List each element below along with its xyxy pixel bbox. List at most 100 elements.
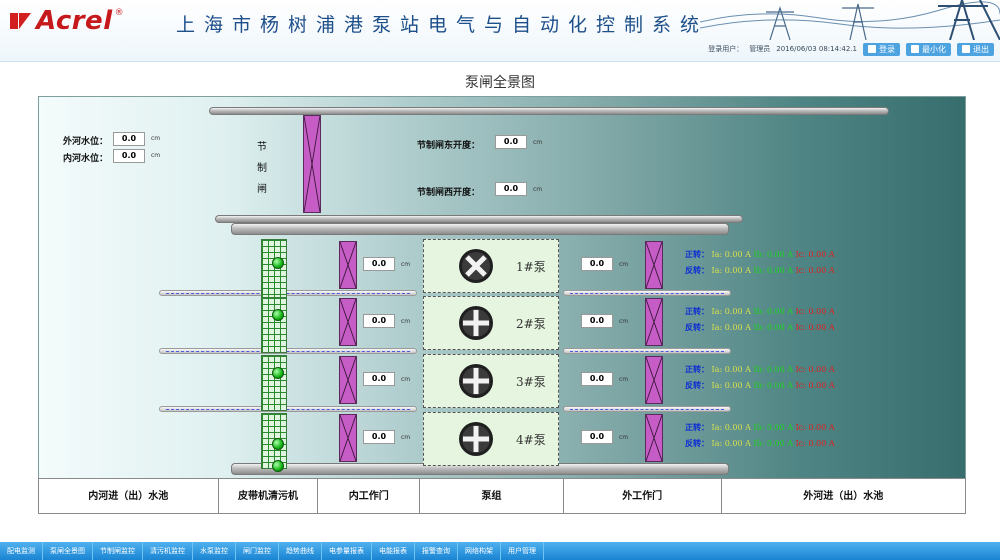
minimize-icon xyxy=(911,45,919,53)
inner-level-value: 0.0 xyxy=(113,149,145,163)
nav-item-cleaner[interactable]: 清污机监控 xyxy=(143,542,193,560)
outer-work-gate-3[interactable] xyxy=(645,356,663,404)
inner-work-gate-3[interactable] xyxy=(339,356,357,404)
reverse-label: 反转： xyxy=(685,265,709,275)
nav-item-pump[interactable]: 水泵监控 xyxy=(193,542,236,560)
inner-gate-unit: cm xyxy=(401,261,411,268)
nav-item-panorama[interactable]: 泵闸全景图 xyxy=(43,542,93,560)
control-gate[interactable] xyxy=(303,115,321,213)
section-label-row: 内河进（出）水池 皮带机清污机 内工作门 泵组 外工作门 外河进（出）水池 xyxy=(38,478,966,514)
outer-work-gate-2[interactable] xyxy=(645,298,663,346)
outer-gate-unit: cm xyxy=(619,376,629,383)
current-ic: Ic: 0.00 A xyxy=(795,439,835,448)
gate-east-value: 0.0 xyxy=(495,135,527,149)
gate-east-unit: cm xyxy=(533,139,543,146)
inner-gate-value: 0.0 xyxy=(363,257,395,271)
inner-gate-unit: cm xyxy=(401,376,411,383)
bottom-nav: 配电监测 泵闸全景图 节制闸监控 清污机监控 水泵监控 闸门监控 趋势曲线 电参… xyxy=(0,542,1000,560)
page-title: 泵闸全景图 xyxy=(465,75,535,91)
section-label: 内河进（出）水池 xyxy=(39,479,219,513)
gate-west-label: 节制闸西开度： xyxy=(417,188,481,198)
nav-item-power-monitoring[interactable]: 配电监测 xyxy=(0,542,43,560)
pump-unit-3[interactable]: 3#泵 xyxy=(423,354,559,408)
system-title: 上海市杨树浦港泵站电气与自动化控制系统 xyxy=(176,14,709,36)
gate-cross-icon xyxy=(646,242,662,288)
user-name: 管理员 xyxy=(749,45,771,53)
current-ia: Ia: 0.00 A xyxy=(711,266,751,275)
nav-item-electrical-report[interactable]: 电参量报表 xyxy=(322,542,372,560)
upper-pipe xyxy=(215,215,743,223)
outer-gate-unit: cm xyxy=(619,261,629,268)
user-bar: 登录用户： 管理员 2016/06/03 08:14:42.1 登录 最小化 退… xyxy=(708,42,994,56)
outer-work-gate-4[interactable] xyxy=(645,414,663,462)
inner-level-label: 内河水位： xyxy=(63,154,109,164)
forward-label: 正转： xyxy=(685,306,709,316)
section-label: 泵组 xyxy=(420,479,564,513)
outer-gate-value: 0.0 xyxy=(581,314,613,328)
reverse-label: 反转： xyxy=(685,322,709,332)
pump-name: 3#泵 xyxy=(516,375,546,389)
current-ia: Ia: 0.00 A xyxy=(711,381,751,390)
current-ib: Ib: 0.00 A xyxy=(753,266,794,275)
cleaner-screen-3[interactable] xyxy=(261,355,287,411)
nav-item-energy-report[interactable]: 电能报表 xyxy=(372,542,415,560)
datetime: 2016/06/03 08:14:42.1 xyxy=(776,45,857,53)
cleaner-screen-2[interactable] xyxy=(261,297,287,353)
exit-button[interactable]: 退出 xyxy=(957,42,994,56)
reverse-current-row: 反转： Ia: 0.00 A Ib: 0.00 A Ic: 0.00 A xyxy=(685,380,835,391)
pump-unit-2[interactable]: 2#泵 xyxy=(423,296,559,350)
pump-fan-icon xyxy=(459,249,493,283)
cleaner-status-led-2 xyxy=(272,309,284,321)
nav-item-network[interactable]: 网络构架 xyxy=(458,542,501,560)
forward-current-row: 正转： Ia: 0.00 A Ib: 0.00 A Ic: 0.00 A xyxy=(685,422,835,433)
minimize-button[interactable]: 最小化 xyxy=(906,42,951,56)
outer-level-value: 0.0 xyxy=(113,132,145,146)
inner-gate-unit: cm xyxy=(401,318,411,325)
minimize-label: 最小化 xyxy=(922,44,946,54)
inner-work-gate-2[interactable] xyxy=(339,298,357,346)
nav-item-users[interactable]: 用户管理 xyxy=(501,542,544,560)
gate-cross-icon xyxy=(340,415,356,461)
gate-cross-icon xyxy=(340,299,356,345)
current-ic: Ic: 0.00 A xyxy=(795,266,835,275)
reverse-current-row: 反转： Ia: 0.00 A Ib: 0.00 A Ic: 0.00 A xyxy=(685,322,835,333)
outer-level-unit: cm xyxy=(151,135,161,142)
current-ib: Ib: 0.00 A xyxy=(753,323,794,332)
outer-gate-unit: cm xyxy=(619,434,629,441)
power-tower-icon xyxy=(700,0,1000,40)
header-bar: Acrel ® 上海市杨树浦港泵站电气与自动化控制系统 登录用户： 管理员 20… xyxy=(0,0,1000,62)
current-ib: Ib: 0.00 A xyxy=(753,365,794,374)
pump-unit-1[interactable]: 1#泵 xyxy=(423,239,559,293)
inner-work-gate-1[interactable] xyxy=(339,241,357,289)
current-ic: Ic: 0.00 A xyxy=(795,307,835,316)
row-divider-pipe-1-left xyxy=(159,290,417,296)
registered-mark: ® xyxy=(114,8,124,18)
nav-item-control-gate[interactable]: 节制闸监控 xyxy=(93,542,143,560)
inner-work-gate-4[interactable] xyxy=(339,414,357,462)
gate-cross-icon xyxy=(646,299,662,345)
scada-app: Acrel ® 上海市杨树浦港泵站电气与自动化控制系统 登录用户： 管理员 20… xyxy=(0,0,1000,560)
forward-current-row: 正转： Ia: 0.00 A Ib: 0.00 A Ic: 0.00 A xyxy=(685,306,835,317)
pump-unit-4[interactable]: 4#泵 xyxy=(423,412,559,466)
current-ia: Ia: 0.00 A xyxy=(711,439,751,448)
exit-label: 退出 xyxy=(973,44,989,54)
pump-fan-icon xyxy=(459,422,493,456)
user-icon xyxy=(868,45,876,53)
nav-item-trend[interactable]: 趋势曲线 xyxy=(279,542,322,560)
section-label: 内工作门 xyxy=(318,479,421,513)
pump-fan-icon xyxy=(459,306,493,340)
outer-gate-value: 0.0 xyxy=(581,257,613,271)
current-ib: Ib: 0.00 A xyxy=(753,381,794,390)
login-button[interactable]: 登录 xyxy=(863,42,900,56)
current-ib: Ib: 0.00 A xyxy=(753,439,794,448)
outer-work-gate-1[interactable] xyxy=(645,241,663,289)
current-ia: Ia: 0.00 A xyxy=(711,423,751,432)
nav-item-gate[interactable]: 闸门监控 xyxy=(236,542,279,560)
outer-level-label: 外河水位： xyxy=(63,137,109,147)
current-ic: Ic: 0.00 A xyxy=(795,423,835,432)
belt-conveyor-status-led xyxy=(272,460,284,472)
cleaner-status-led-1 xyxy=(272,257,284,269)
pump-fan-icon xyxy=(459,364,493,398)
inner-level-unit: cm xyxy=(151,152,161,159)
nav-item-alarm[interactable]: 报警查询 xyxy=(415,542,458,560)
